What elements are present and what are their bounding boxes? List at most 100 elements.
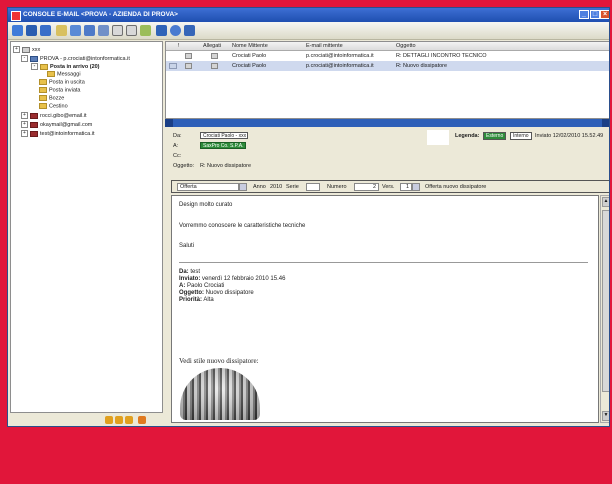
to-label: A: [173, 143, 179, 149]
subject-label: Oggetto: [173, 163, 195, 169]
quoted-from: Da: test [179, 269, 201, 275]
tree-node-inbox[interactable]: - Posta in arrivo (20) [31, 63, 100, 71]
tree-node-account[interactable]: - PROVA - p.crociati@intonformatica.it [21, 55, 130, 63]
series-field[interactable] [306, 183, 320, 191]
scroll-left-icon[interactable] [165, 119, 173, 127]
forward-icon[interactable] [70, 25, 81, 36]
folder-icon [39, 95, 47, 101]
tree-node-account-4[interactable]: + test@intoinformatica.it [21, 130, 95, 138]
account-icon [30, 112, 38, 119]
minimize-button[interactable]: _ [579, 10, 589, 19]
tree-node-outbox[interactable]: Posta in uscita [39, 79, 85, 86]
folder-icon[interactable] [26, 25, 37, 36]
offer-bar: Offerta Anno 2010 Serie Numero 2 Vers. 1… [171, 180, 609, 193]
from-field[interactable]: Crociati Paolo - xxx [200, 132, 248, 139]
version-field[interactable]: 1 [400, 183, 412, 191]
from-label: Da: [173, 133, 182, 139]
message-list: ! Allegati Nome Mittente E-mail mittente… [165, 41, 609, 119]
app-icon [11, 11, 21, 21]
body-line: Vorremmo conoscere le caratteristiche te… [179, 223, 306, 229]
table-row-selected[interactable]: Crociati Paolo p.crociati@intoinformatic… [166, 61, 609, 71]
tree-node-trash[interactable]: Cestino [39, 103, 68, 110]
folder-icon [39, 103, 47, 109]
scroll-up-icon[interactable]: ▲ [602, 197, 609, 207]
scroll-right-icon[interactable] [602, 119, 609, 127]
computer-icon [22, 46, 30, 53]
quoted-sent: Inviato: venerdì 12 febbraio 2010 15.46 [179, 276, 286, 282]
address-book-icon[interactable] [140, 25, 151, 36]
col-priority[interactable]: ! [178, 43, 180, 49]
folder-icon [39, 87, 47, 93]
legend-external-badge: Esterno [483, 132, 507, 140]
col-attachments[interactable]: Allegati [203, 43, 221, 49]
col-sender-email[interactable]: E-mail mittente [306, 43, 343, 49]
offer-type-select[interactable]: Offerta [177, 183, 239, 191]
tree-node-account-2[interactable]: + rocci.gibo@email.it [21, 112, 87, 120]
offer-description: Offerta nuovo dissipatore [425, 184, 487, 190]
col-subject[interactable]: Oggetto [396, 43, 416, 49]
attachment-icon [211, 53, 218, 59]
toolbar [8, 22, 609, 40]
message-list-scrollbar[interactable] [165, 119, 609, 127]
tree-node-root[interactable]: + xxx [13, 46, 40, 54]
maximize-button[interactable]: □ [590, 10, 600, 19]
series-label: Serie [286, 184, 299, 190]
delete-icon[interactable] [126, 25, 137, 36]
print-icon[interactable] [112, 25, 123, 36]
folder-rename-icon[interactable] [125, 416, 133, 424]
table-row[interactable]: Crociati Paolo p.crociati@intoinformatic… [166, 51, 609, 61]
folder-up-icon[interactable] [105, 416, 113, 424]
quoted-priority: Priorità: Alta [179, 297, 214, 303]
chevron-down-icon[interactable] [239, 183, 247, 191]
cc-label: Cc: [173, 153, 182, 159]
selection-marker-icon [169, 63, 177, 69]
reply-all-icon[interactable] [56, 25, 67, 36]
close-button[interactable]: × [600, 10, 609, 19]
folder-icon [40, 63, 48, 70]
tree-node-sent[interactable]: Posta inviata [39, 87, 81, 94]
scroll-down-icon[interactable]: ▼ [602, 411, 609, 421]
send-icon[interactable] [84, 25, 95, 36]
attachment-icon [211, 63, 218, 69]
blank-box [427, 130, 449, 145]
save-icon[interactable] [156, 25, 167, 36]
title-bar: CONSOLE E-MAIL <PROVA - AZIENDA DI PROVA… [8, 8, 609, 22]
to-field[interactable]: SaxPro Co. S.P.A. [200, 142, 246, 149]
number-label: Numero [327, 184, 347, 190]
year-value: 2010 [270, 184, 283, 190]
body-scrollbar[interactable]: ▲ ▼ [600, 195, 609, 423]
exit-icon[interactable] [184, 25, 195, 36]
sent-timestamp: Inviato 12/02/2010 15.52.49 [535, 133, 604, 139]
flag-icon [185, 63, 192, 69]
heatsink-image [180, 368, 260, 420]
help-icon[interactable] [170, 25, 181, 36]
reply-icon[interactable] [40, 25, 51, 36]
flag-icon [185, 53, 192, 59]
chevron-down-icon[interactable] [412, 183, 420, 191]
body-line: Saluti [179, 243, 195, 249]
folder-delete-icon[interactable] [138, 416, 146, 424]
subject-value: R: Nuovo dissipatore [200, 163, 252, 169]
tree-node-account-3[interactable]: + okaymail@gmail.com [21, 121, 92, 129]
tree-node-drafts[interactable]: Bozze [39, 95, 64, 102]
image-caption: Vedi stile nuovo dissipatore: [179, 357, 259, 365]
list-header: ! Allegati Nome Mittente E-mail mittente… [166, 42, 609, 51]
col-sender-name[interactable]: Nome Mittente [232, 43, 268, 49]
quoted-subject: Oggetto: Nuovo dissipatore [179, 290, 254, 296]
folder-new-icon[interactable] [115, 416, 123, 424]
email-console-window: CONSOLE E-MAIL <PROVA - AZIENDA DI PROVA… [7, 7, 610, 427]
new-mail-icon[interactable] [12, 25, 23, 36]
folder-tree: + xxx - PROVA - p.crociati@intonformatica.… [10, 41, 163, 413]
number-field[interactable]: 2 [354, 183, 379, 191]
legend-internal-badge: Interno [510, 132, 532, 140]
year-label: Anno [253, 184, 266, 190]
legend-label: Legenda: [455, 133, 480, 139]
scroll-thumb[interactable] [602, 210, 609, 392]
folder-icon [39, 79, 47, 85]
tree-node-messages[interactable]: Messaggi [47, 71, 81, 78]
account-icon [30, 130, 38, 137]
receive-icon[interactable] [98, 25, 109, 36]
body-line: Design molto curato [179, 202, 233, 208]
message-body[interactable]: Design molto curato Vorremmo conoscere l… [171, 195, 599, 423]
window-title: CONSOLE E-MAIL <PROVA - AZIENDA DI PROVA… [23, 11, 178, 18]
